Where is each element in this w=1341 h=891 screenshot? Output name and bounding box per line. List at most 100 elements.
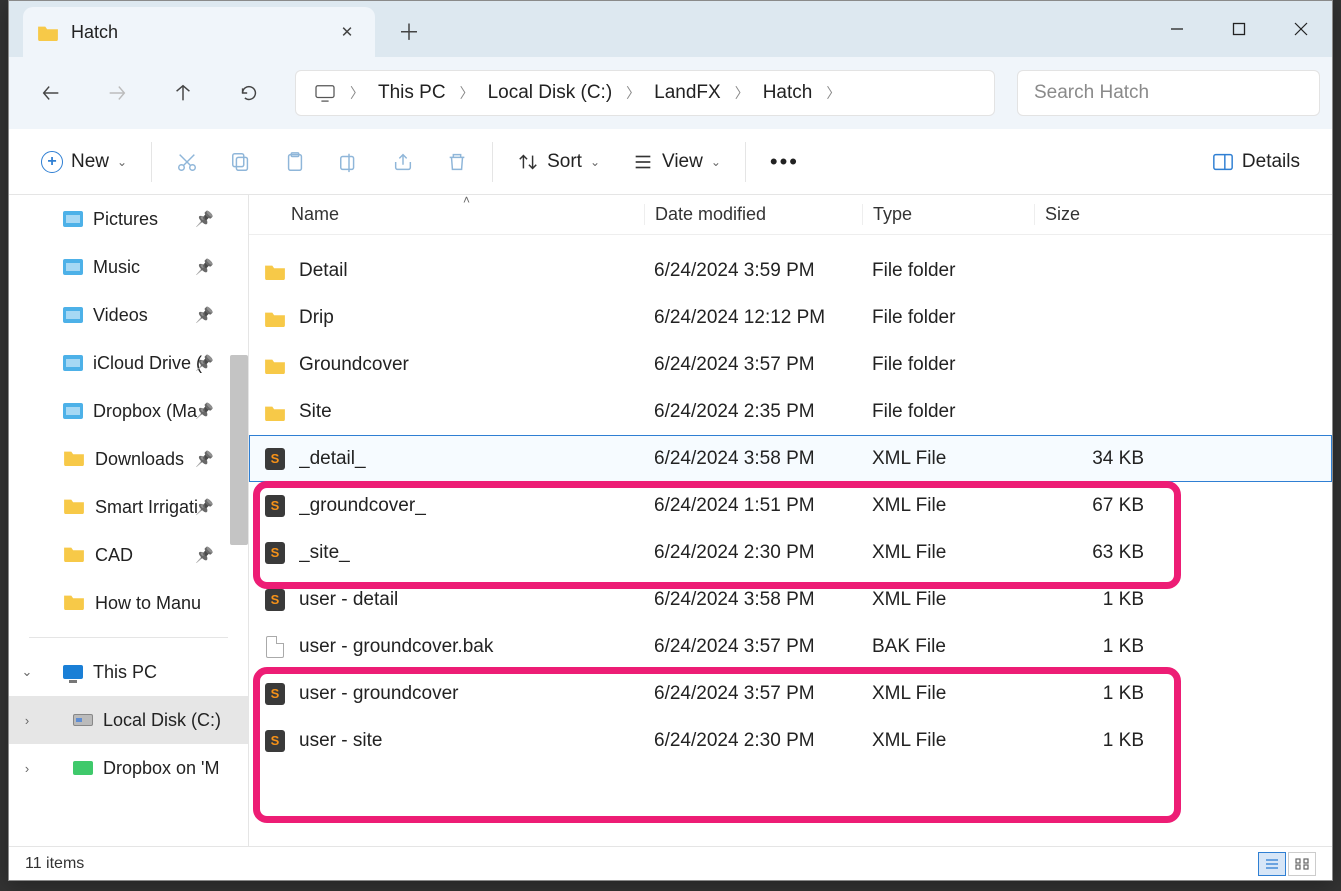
nav-pinned-item[interactable]: Music📌 [9,243,248,291]
pin-icon: 📌 [195,402,214,420]
chevron-right-icon[interactable]: 〉 [731,83,753,103]
nav-pinned-item[interactable]: How to Manu [9,579,248,627]
file-row[interactable]: Detail6/24/2024 3:59 PMFile folder [249,247,1332,294]
nav-row: 〉 This PC 〉 Local Disk (C:) 〉 LandFX 〉 H… [9,57,1332,129]
file-row[interactable]: Suser - site6/24/2024 2:30 PMXML File1 K… [249,717,1332,764]
column-name[interactable]: Name [249,204,644,225]
xml-file-icon: S [261,683,289,705]
file-row[interactable]: S_site_6/24/2024 2:30 PMXML File63 KB [249,529,1332,576]
file-name: _groundcover_ [299,495,654,517]
copy-button[interactable] [218,140,264,184]
view-button[interactable]: View ⌄ [620,140,733,184]
more-button[interactable]: ••• [758,140,811,184]
drive-icon [73,714,93,726]
nav-pinned-item[interactable]: Smart Irrigati📌 [9,483,248,531]
breadcrumb-hatch[interactable]: Hatch [753,71,823,115]
file-type: XML File [872,730,1044,752]
file-date: 6/24/2024 12:12 PM [654,307,872,329]
details-pane-button[interactable]: Details [1200,140,1312,184]
pin-icon: 📌 [195,450,214,468]
active-tab[interactable]: Hatch ✕ [23,7,375,57]
file-row[interactable]: Groundcover6/24/2024 3:57 PMFile folder [249,341,1332,388]
nav-this-pc[interactable]: ⌄ This PC [9,648,248,696]
library-icon [63,307,83,323]
file-date: 6/24/2024 3:58 PM [654,589,872,611]
pin-icon: 📌 [195,210,214,228]
breadcrumb-this-pc[interactable]: This PC [368,71,456,115]
sort-button[interactable]: Sort ⌄ [505,140,612,184]
nav-pinned-item[interactable]: Videos📌 [9,291,248,339]
chevron-right-icon[interactable]: 〉 [346,83,368,103]
file-row[interactable]: Suser - detail6/24/2024 3:58 PMXML File1… [249,576,1332,623]
sort-indicator-icon: ˄ [463,193,470,207]
column-size[interactable]: Size [1034,204,1154,225]
expand-icon[interactable]: › [17,761,37,776]
nav-pinned-item[interactable]: Downloads📌 [9,435,248,483]
library-icon [63,355,83,371]
details-icon [1212,152,1234,172]
expand-icon[interactable]: › [17,713,37,728]
file-row[interactable]: user - groundcover.bak6/24/2024 3:57 PMB… [249,623,1332,670]
file-row[interactable]: Site6/24/2024 2:35 PMFile folder [249,388,1332,435]
share-button[interactable] [380,140,426,184]
file-type: File folder [872,260,1044,282]
folder-icon [63,448,85,471]
file-row[interactable]: Suser - groundcover6/24/2024 3:57 PMXML … [249,670,1332,717]
icons-view-button[interactable] [1288,852,1316,876]
nav-pinned-item[interactable]: Dropbox (Ma📌 [9,387,248,435]
details-view-button[interactable] [1258,852,1286,876]
chevron-right-icon[interactable]: 〉 [622,83,644,103]
maximize-button[interactable] [1208,1,1270,57]
file-type: BAK File [872,636,1044,658]
paste-button[interactable] [272,140,318,184]
up-button[interactable] [153,71,213,115]
search-input[interactable]: Search Hatch [1017,70,1320,116]
file-name: Drip [299,307,654,329]
forward-button[interactable] [87,71,147,115]
file-date: 6/24/2024 3:57 PM [654,636,872,658]
chevron-right-icon[interactable]: 〉 [456,83,478,103]
nav-pinned-item[interactable]: iCloud Drive (📌 [9,339,248,387]
file-type: File folder [872,401,1044,423]
expand-icon[interactable]: ⌄ [17,664,37,680]
close-window-button[interactable] [1270,1,1332,57]
file-row[interactable]: Drip6/24/2024 12:12 PMFile folder [249,294,1332,341]
nav-item-label: How to Manu [95,593,201,614]
breadcrumb-local-disk[interactable]: Local Disk (C:) [478,71,623,115]
body-area: Pictures 📌 Music📌Videos📌iCloud Drive (📌Dro… [9,195,1332,846]
file-date: 6/24/2024 3:59 PM [654,260,872,282]
file-date: 6/24/2024 2:30 PM [654,542,872,564]
file-date: 6/24/2024 1:51 PM [654,495,872,517]
nav-item-label: Pictures [93,209,158,230]
breadcrumb-bar[interactable]: 〉 This PC 〉 Local Disk (C:) 〉 LandFX 〉 H… [295,70,995,116]
refresh-button[interactable] [219,71,279,115]
folder-icon [63,592,85,615]
toolbar: + New ⌄ Sort ⌄ View ⌄ ••• Details [9,129,1332,195]
rename-button[interactable] [326,140,372,184]
nav-dropbox-on[interactable]: › Dropbox on 'M [9,744,248,792]
chevron-right-icon[interactable]: 〉 [822,83,844,103]
new-tab-button[interactable]: ＋ [389,11,429,51]
delete-button[interactable] [434,140,480,184]
file-name: Detail [299,260,654,282]
nav-item-label: CAD [95,545,133,566]
breadcrumb-landfx[interactable]: LandFX [644,71,731,115]
nav-item-label: Smart Irrigati [95,497,198,518]
cut-button[interactable] [164,140,210,184]
nav-pinned-item[interactable]: CAD📌 [9,531,248,579]
nav-pinned-item[interactable]: Pictures 📌 [9,195,248,243]
file-row[interactable]: S_detail_6/24/2024 3:58 PMXML File34 KB [249,435,1332,482]
minimize-button[interactable] [1146,1,1208,57]
nav-local-disk[interactable]: › Local Disk (C:) [9,696,248,744]
file-name: user - groundcover [299,683,654,705]
close-tab-icon[interactable]: ✕ [333,18,361,46]
scrollbar-thumb[interactable] [230,355,248,545]
xml-file-icon: S [261,495,289,517]
file-icon [261,636,289,658]
new-button[interactable]: + New ⌄ [29,140,139,184]
navigation-pane[interactable]: Pictures 📌 Music📌Videos📌iCloud Drive (📌Dro… [9,195,249,846]
column-type[interactable]: Type [862,204,1034,225]
file-row[interactable]: S_groundcover_6/24/2024 1:51 PMXML File6… [249,482,1332,529]
back-button[interactable] [21,71,81,115]
column-date[interactable]: Date modified [644,204,862,225]
